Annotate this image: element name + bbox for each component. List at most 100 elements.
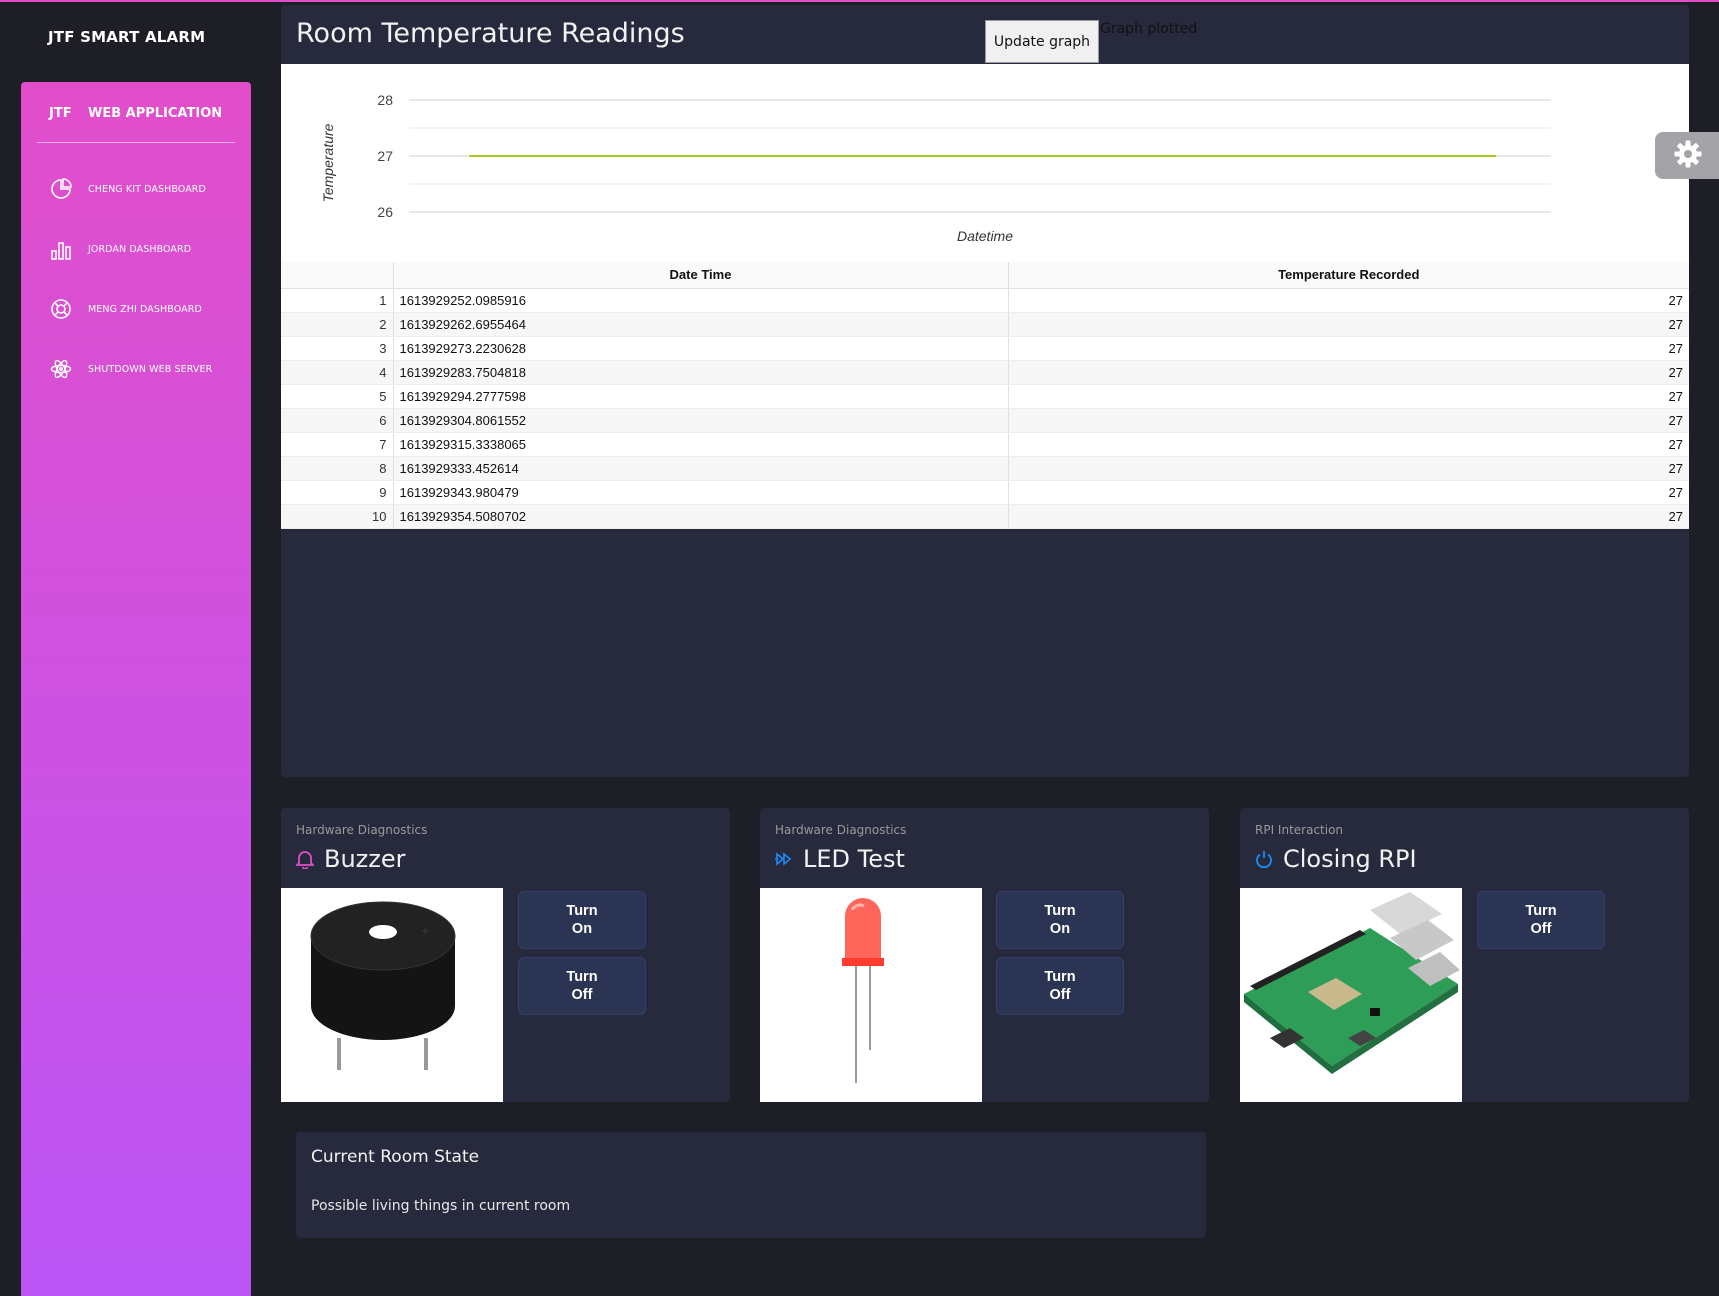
- row-datetime: 1613929294.2777598: [392, 384, 1008, 409]
- raspberry-pi-image: [1240, 888, 1462, 1102]
- row-index: 3: [281, 336, 393, 361]
- chart-y-tick-label: 27: [377, 148, 393, 164]
- settings-toggle[interactable]: [1655, 132, 1719, 179]
- row-datetime: 1613929252.0985916: [392, 288, 1008, 313]
- table-row: 1 1613929252.0985916 27: [281, 288, 1689, 313]
- row-index: 7: [281, 432, 393, 457]
- chart-x-axis-label: Datetime: [957, 228, 1013, 244]
- row-index: 8: [281, 456, 393, 481]
- sidebar-item-label: MENG ZHI DASHBOARD: [88, 303, 202, 315]
- buzzer-off-button[interactable]: Turn Off: [518, 957, 646, 1015]
- row-temperature: 27: [1007, 336, 1689, 361]
- row-temperature: 27: [1007, 408, 1689, 433]
- card-title: LED Test: [775, 845, 905, 873]
- room-state-body: Possible living things in current room: [311, 1198, 571, 1214]
- row-temperature: 27: [1007, 480, 1689, 505]
- row-index: 10: [281, 504, 393, 529]
- table-row: 8 1613929333.452614 27: [281, 456, 1689, 481]
- column-header-temperature[interactable]: Temperature Recorded: [1007, 262, 1689, 289]
- sidebar-item-label: SHUTDOWN WEB SERVER: [88, 363, 213, 375]
- led-off-button[interactable]: Turn Off: [996, 957, 1124, 1015]
- chart-svg: 26 27 28 Datetime Temperature: [320, 92, 1551, 244]
- row-datetime: 1613929273.2230628: [392, 336, 1008, 361]
- life-ring-icon: [49, 297, 73, 321]
- row-datetime: 1613929304.8061552: [392, 408, 1008, 433]
- column-header-datetime[interactable]: Date Time: [392, 262, 1008, 289]
- row-temperature: 27: [1007, 432, 1689, 457]
- row-index: 4: [281, 360, 393, 385]
- rpi-card: RPI Interaction Closing RPI Turn Off: [1240, 808, 1689, 1102]
- app-brand: JTF SMART ALARM: [48, 28, 206, 46]
- row-temperature: 27: [1007, 456, 1689, 481]
- table-row: 9 1613929343.980479 27: [281, 480, 1689, 505]
- atom-icon: [49, 357, 73, 381]
- card-category: Hardware Diagnostics: [296, 823, 428, 837]
- graph-status: Graph plotted: [1100, 21, 1198, 37]
- sidebar-header: JTF WEB APPLICATION: [37, 82, 235, 143]
- card-title-text: Closing RPI: [1283, 845, 1417, 873]
- row-temperature: 27: [1007, 312, 1689, 337]
- sidebar-logo-mini[interactable]: JTF: [49, 106, 72, 121]
- table-row: 3 1613929273.2230628 27: [281, 336, 1689, 361]
- row-temperature: 27: [1007, 384, 1689, 409]
- rpi-off-button[interactable]: Turn Off: [1477, 891, 1605, 949]
- row-datetime: 1613929283.7504818: [392, 360, 1008, 385]
- table-row: 4 1613929283.7504818 27: [281, 360, 1689, 385]
- sidebar: JTF WEB APPLICATION CHENG KIT DASHBOARD …: [21, 82, 251, 1296]
- card-title-text: LED Test: [803, 845, 905, 873]
- pie-chart-icon: [49, 177, 73, 201]
- row-datetime: 1613929354.5080702: [392, 504, 1008, 529]
- row-datetime: 1613929315.3338065: [392, 432, 1008, 457]
- table-row: 2 1613929262.6955464 27: [281, 312, 1689, 337]
- sidebar-item-label: JORDAN DASHBOARD: [88, 243, 192, 255]
- room-state-card: Current Room State Possible living thing…: [296, 1132, 1206, 1238]
- card-category: RPI Interaction: [1255, 823, 1344, 837]
- table-row: 7 1613929315.3338065 27: [281, 432, 1689, 457]
- bar-chart-icon: [49, 237, 73, 261]
- sidebar-item-meng-zhi[interactable]: MENG ZHI DASHBOARD: [49, 294, 239, 324]
- bell-icon: [296, 849, 314, 869]
- row-datetime: 1613929333.452614: [392, 456, 1008, 481]
- row-index: 2: [281, 312, 393, 337]
- svg-text:+: +: [421, 926, 429, 937]
- row-temperature: 27: [1007, 288, 1689, 313]
- fast-forward-icon: [775, 850, 793, 868]
- card-title: Closing RPI: [1255, 845, 1417, 873]
- chart-y-axis-label: Temperature: [320, 123, 336, 202]
- row-datetime: 1613929262.6955464: [392, 312, 1008, 337]
- led-image: [760, 888, 982, 1102]
- gear-icon: [1673, 139, 1703, 173]
- room-state-title: Current Room State: [311, 1147, 480, 1167]
- readings-table: Date Time Temperature Recorded 1 16139292…: [281, 262, 1689, 529]
- row-index: 1: [281, 288, 393, 313]
- card-category: Hardware Diagnostics: [775, 823, 907, 837]
- sidebar-item-shutdown[interactable]: SHUTDOWN WEB SERVER: [49, 354, 239, 384]
- led-on-button[interactable]: Turn On: [996, 891, 1124, 949]
- sidebar-item-cheng-kit[interactable]: CHENG KIT DASHBOARD: [49, 174, 239, 204]
- sidebar-item-jordan[interactable]: JORDAN DASHBOARD: [49, 234, 239, 264]
- chart-y-tick-label: 26: [377, 204, 393, 220]
- chart-y-tick-label: 28: [377, 92, 393, 108]
- page-title: Room Temperature Readings: [296, 18, 685, 49]
- table-row: 6 1613929304.8061552 27: [281, 408, 1689, 433]
- card-title: Buzzer: [296, 845, 406, 873]
- buzzer-on-button[interactable]: Turn On: [518, 891, 646, 949]
- buzzer-card: Hardware Diagnostics Buzzer + Turn On Tu…: [281, 808, 730, 1102]
- temperature-chart: 26 27 28 Datetime Temperature: [281, 64, 1689, 262]
- led-card: Hardware Diagnostics LED Test Turn On Tu…: [760, 808, 1209, 1102]
- row-temperature: 27: [1007, 360, 1689, 385]
- column-header-index: [281, 262, 393, 289]
- sidebar-logo-text[interactable]: WEB APPLICATION: [88, 106, 222, 121]
- row-datetime: 1613929343.980479: [392, 480, 1008, 505]
- power-icon: [1255, 850, 1273, 868]
- table-row: 5 1613929294.2777598 27: [281, 384, 1689, 409]
- update-graph-button[interactable]: Update graph: [985, 20, 1099, 63]
- row-index: 6: [281, 408, 393, 433]
- row-temperature: 27: [1007, 504, 1689, 529]
- sidebar-item-label: CHENG KIT DASHBOARD: [88, 183, 206, 195]
- card-title-text: Buzzer: [324, 845, 406, 873]
- row-index: 9: [281, 480, 393, 505]
- table-header-row: Date Time Temperature Recorded: [281, 262, 1689, 289]
- table-row: 10 1613929354.5080702 27: [281, 504, 1689, 529]
- row-index: 5: [281, 384, 393, 409]
